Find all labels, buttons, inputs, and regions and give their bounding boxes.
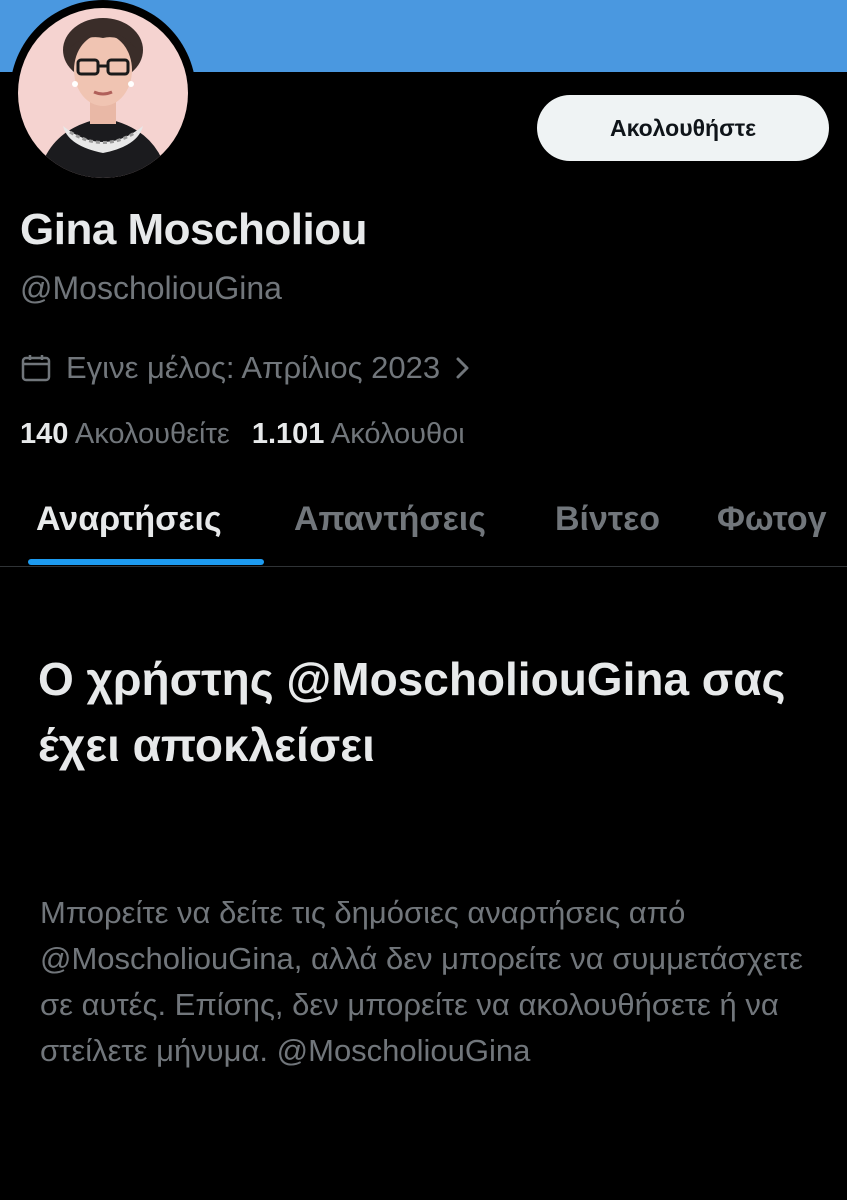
tab-replies[interactable]: Απαντήσεις	[294, 500, 486, 539]
active-tab-indicator	[28, 559, 264, 565]
avatar-illustration	[18, 8, 188, 178]
avatar[interactable]	[10, 0, 196, 186]
display-name: Gina Moscholiou	[20, 205, 367, 254]
following-label: Ακολουθείτε	[74, 418, 230, 450]
followers-link[interactable]: 1.101 Ακόλουθοι	[252, 418, 465, 450]
following-link[interactable]: 140 Ακολουθείτε	[20, 418, 230, 450]
blocked-title: Ο χρήστης @MoscholiouGina σας έχει αποκλ…	[38, 653, 786, 771]
tab-videos[interactable]: Βίντεο	[555, 500, 660, 539]
followers-count: 1.101	[251, 418, 325, 450]
handle: @MoscholiouGina	[20, 270, 282, 306]
followers-label: Ακόλουθοι	[330, 418, 465, 450]
joined-date-row[interactable]: Εγινε μέλος: Απρίλιος 2023	[20, 348, 472, 388]
joined-date-text: Εγινε μέλος: Απρίλιος 2023	[66, 350, 441, 385]
tab-photos[interactable]: Φωτογ	[717, 500, 827, 539]
follow-button[interactable]: Ακολουθήστε	[537, 95, 829, 161]
calendar-icon	[20, 352, 52, 384]
tab-posts[interactable]: Αναρτήσεις	[36, 500, 222, 539]
blocked-description: Μπορείτε να δείτε τις δημόσιες αναρτήσει…	[40, 895, 803, 1068]
chevron-right-icon	[454, 355, 472, 381]
following-count: 140	[20, 418, 69, 450]
follow-stats: 140 Ακολουθείτε 1.101 Ακόλουθοι	[20, 418, 465, 451]
profile-tabs: Αναρτήσεις Απαντήσεις Βίντεο Φωτογ	[0, 490, 847, 567]
